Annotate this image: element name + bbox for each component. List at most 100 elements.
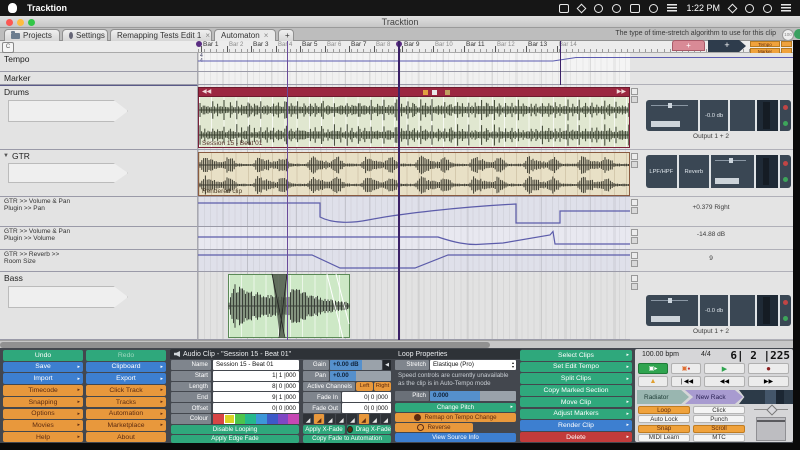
menu-click-track-button[interactable]: Click Track▸ [86, 385, 166, 396]
printer-icon[interactable] [630, 4, 640, 13]
track-mute-mini-button[interactable] [631, 153, 638, 160]
apply-x-fade-button[interactable]: Apply X-Fade [303, 425, 345, 434]
bass-track-io-shape[interactable] [8, 286, 128, 308]
set-edit-tempo-button[interactable]: Set Edit Tempo▸ [520, 362, 632, 373]
apple-menu-icon[interactable] [8, 3, 17, 13]
wifi-icon[interactable] [728, 4, 738, 14]
track-solo-mini-button[interactable] [631, 237, 638, 244]
channel-right-button[interactable]: Right [374, 382, 391, 392]
clip-marker-orange-icon[interactable] [423, 90, 428, 95]
pan-slider[interactable] [651, 105, 688, 106]
track-mute-mini-button[interactable] [631, 88, 638, 95]
colour-swatch[interactable] [278, 414, 289, 424]
loop-start-icon[interactable]: ◀◀ [202, 88, 211, 96]
fade-out-field[interactable]: 0| 0 |000 [342, 403, 391, 413]
display-icon[interactable] [559, 4, 569, 13]
pan-slider[interactable]: +0.00 [330, 371, 391, 381]
tempo-track-header[interactable]: Tempo [0, 53, 198, 72]
bass-crossfade[interactable] [228, 274, 350, 338]
master-pan-slider[interactable] [754, 406, 788, 414]
fade-shape-button[interactable]: ◢ [314, 414, 324, 424]
record-button[interactable]: ● [748, 363, 789, 374]
toggle-auto-lock[interactable]: Auto Lock [638, 415, 690, 423]
tab--[interactable]: + [278, 29, 294, 41]
tab-settings[interactable]: Settings [62, 29, 108, 41]
reverse-button[interactable]: Reverse [395, 423, 473, 432]
menu-undo-button[interactable]: Undo [3, 350, 83, 361]
fade-shape-button[interactable]: ◢ [359, 414, 369, 424]
gain-slider[interactable]: +0.00 dB [330, 360, 382, 370]
clip-end-field[interactable]: 9| 1 |000 [213, 392, 299, 402]
toggle-loop[interactable]: Loop [638, 406, 690, 414]
menu-import-button[interactable]: Import▸ [3, 373, 83, 384]
time-signature-readout[interactable]: 4/4 [701, 351, 711, 358]
tempo-lane-button[interactable]: Tempo [750, 41, 780, 47]
loop-end-icon[interactable]: ▶▶ [617, 88, 626, 96]
delete-button[interactable]: Delete▸ [520, 432, 632, 443]
menu-snapping-button[interactable]: Snapping▸ [3, 397, 83, 408]
tab-projects[interactable]: Projects [4, 29, 60, 41]
fade-in-field[interactable]: 0| 0 |000 [342, 392, 391, 402]
circle-icon[interactable] [612, 4, 621, 13]
rack-tab-radiator[interactable]: Radiator [637, 390, 689, 404]
marker-lane[interactable] [198, 72, 630, 85]
rewind-button[interactable]: ◀◀ [704, 376, 745, 387]
menu-automation-button[interactable]: Automation▸ [86, 409, 166, 420]
volume-icon[interactable] [667, 4, 677, 13]
change-pitch-button[interactable]: Change Pitch▸ [395, 403, 516, 412]
drums-plugin-chain[interactable]: -0.0 db [646, 100, 791, 131]
clip-name-field[interactable]: Session 15 - Beat 01 [213, 360, 299, 370]
track-solo-mini-button[interactable] [631, 161, 638, 168]
bass-plugin-slot[interactable] [730, 295, 757, 326]
gtr-track-io-shape[interactable] [8, 163, 128, 183]
gtr-reverb-plugin[interactable]: Reverb [679, 155, 712, 188]
user-icon[interactable] [745, 4, 754, 13]
clip-offset-field[interactable]: 0| 0 |000 [213, 403, 299, 413]
clip-start-field[interactable]: 1| 1 |000 [213, 371, 299, 381]
gtr-track-header[interactable]: GTR ▼ [0, 150, 198, 197]
colour-swatch[interactable] [235, 414, 246, 424]
toggle-click[interactable]: Click [693, 406, 745, 414]
play-stop-button[interactable]: ▣▸ [638, 363, 668, 374]
room-automation-curve[interactable] [198, 250, 630, 272]
position-readout[interactable]: 6| 2 |225 [730, 349, 790, 362]
close-icon[interactable]: × [205, 31, 210, 40]
colour-swatch[interactable] [245, 414, 256, 424]
marker-track-header[interactable]: Marker [0, 72, 198, 85]
menu-help-button[interactable]: Help▸ [3, 432, 83, 443]
move-clip-button[interactable]: Move Clip▸ [520, 397, 632, 408]
play-button[interactable]: ▶ [704, 363, 745, 374]
drums-plugin-slot[interactable] [730, 100, 757, 131]
secondary-marker-line[interactable] [560, 41, 561, 85]
record-safe-button[interactable]: ▣● [671, 363, 701, 374]
track-mute-mini-button[interactable] [631, 275, 638, 282]
bass-track-header[interactable]: Bass [0, 272, 198, 340]
tab-remapping-tests-edit-1[interactable]: Remapping Tests Edit 1× [110, 29, 212, 41]
view-source-info-button[interactable]: View Source Info [395, 433, 516, 442]
volume-automation-curve[interactable] [198, 227, 630, 250]
fade-shape-button[interactable]: ◢ [336, 414, 346, 424]
edit-start-marker[interactable] [196, 41, 202, 47]
spotlight-search-icon[interactable] [763, 4, 772, 13]
drums-clip-header[interactable]: ◀◀ ▶▶ [198, 87, 630, 97]
info-icon[interactable] [594, 4, 603, 13]
return-to-start-button[interactable]: ❘◀◀ [671, 376, 701, 387]
clip-marker-tan-icon[interactable] [445, 90, 450, 95]
fader-thumb[interactable] [757, 420, 785, 422]
notification-center-icon[interactable] [781, 4, 791, 13]
fade-shape-button[interactable]: ◢ [347, 414, 357, 424]
menu-timecode-button[interactable]: Timecode▸ [3, 385, 83, 396]
track-solo-mini-button[interactable] [631, 283, 638, 290]
pan-diamond-thumb[interactable] [766, 404, 777, 415]
gtr-lpf-hpf-plugin[interactable]: LPF/HPF [646, 155, 679, 188]
menubar-app-name[interactable]: Tracktion [27, 3, 67, 13]
fade-shape-button[interactable]: ◢ [325, 414, 335, 424]
menu-clipboard-button[interactable]: Clipboard▸ [86, 362, 166, 373]
colour-swatch[interactable] [256, 414, 267, 424]
diamond-icon[interactable] [577, 4, 587, 14]
volume-fader[interactable] [715, 178, 739, 184]
bass-volume-pan-plugin[interactable] [646, 295, 700, 326]
clip-marker-white-icon[interactable] [432, 90, 437, 95]
fade-shape-button[interactable]: ◢ [381, 414, 391, 424]
insert-pink-button[interactable]: + [672, 40, 705, 51]
